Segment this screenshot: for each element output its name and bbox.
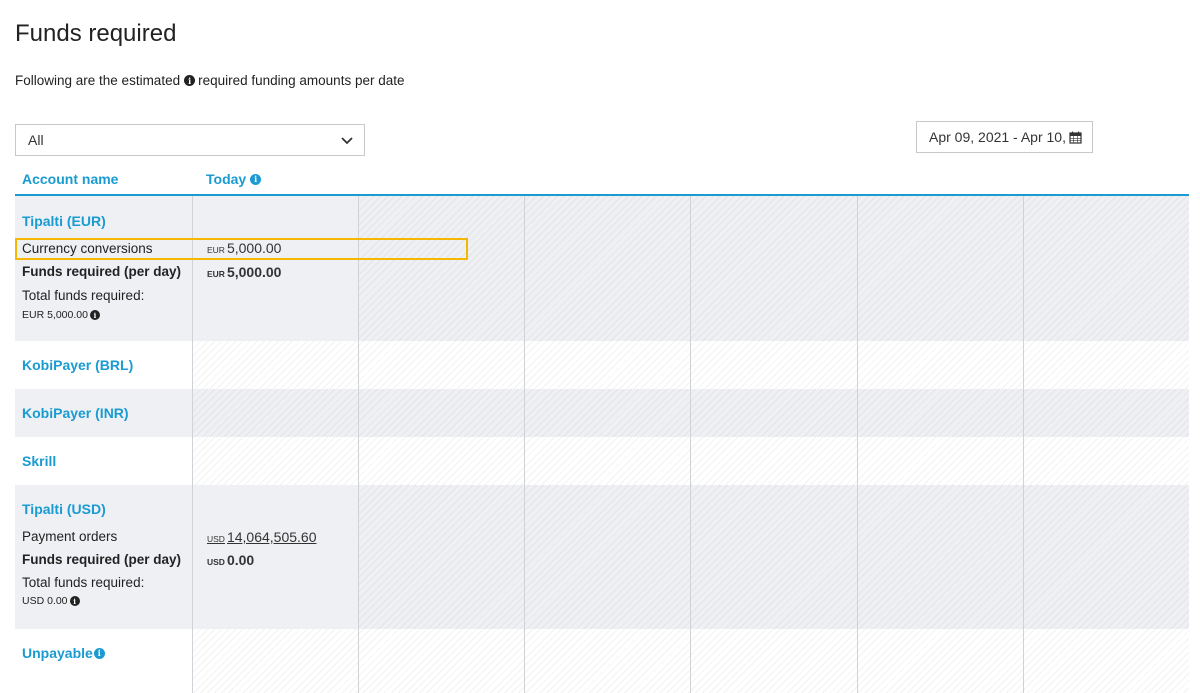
funds-per-day-amount: USD 0.00 [207,552,255,568]
empty-cells-pattern [193,389,1189,437]
funds-per-day-label: Funds required (per day) [22,264,182,279]
page-title: Funds required [15,20,177,47]
account-name-link[interactable]: Tipalti (EUR) [22,213,106,229]
subtitle-text-end: required funding amounts per date [198,73,405,88]
info-icon[interactable]: i [93,647,105,659]
account-name-link[interactable]: Unpayable i [22,645,105,661]
info-icon[interactable]: i [250,173,262,185]
funds-per-day-amount: EUR 5,000.00 [207,264,282,280]
empty-cells-pattern [193,341,1189,389]
info-icon[interactable]: i [89,310,100,320]
info-icon[interactable]: i [184,75,196,86]
column-divider [192,196,193,693]
funds-table: Tipalti (EUR) Currency conversions EUR 5,… [15,196,1189,693]
empty-cells-pattern [193,437,1189,485]
empty-cells-pattern [359,485,1189,629]
column-divider [524,196,525,693]
date-range-picker[interactable]: Apr 09, 2021 - Apr 10, [916,121,1093,153]
calendar-icon [1069,131,1082,144]
account-name-link[interactable]: Skrill [22,453,56,469]
payment-orders-label: Payment orders [22,529,118,544]
total-funds-value: EUR 5,000.00 i [22,309,100,321]
empty-cells-pattern [193,629,1189,693]
column-header-today[interactable]: Today i [206,171,264,187]
column-divider [358,196,359,693]
account-filter-select[interactable]: All [15,124,365,156]
payment-orders-amount-link[interactable]: USD 14,064,505.60 [207,529,316,545]
total-funds-value: USD 0.00 i [22,595,80,607]
date-range-value: Apr 09, 2021 - Apr 10, [929,129,1066,145]
empty-cells-pattern [359,196,1189,341]
chevron-down-icon [341,137,353,145]
page-subtitle: Following are the estimated i required f… [15,73,404,88]
column-divider [857,196,858,693]
column-header-account[interactable]: Account name [22,171,118,187]
column-divider [1023,196,1024,693]
total-funds-label: Total funds required: [22,288,145,303]
funds-per-day-label: Funds required (per day) [22,552,182,567]
account-name-link[interactable]: KobiPayer (INR) [22,405,129,421]
total-funds-label: Total funds required: [22,575,145,590]
subtitle-text-start: Following are the estimated [15,73,181,88]
currency-conversions-label: Currency conversions [22,241,153,256]
account-name-link[interactable]: Tipalti (USD) [22,501,106,517]
column-divider [690,196,691,693]
account-name-link[interactable]: KobiPayer (BRL) [22,357,133,373]
column-header-today-label: Today [206,171,247,187]
info-icon[interactable]: i [69,596,80,606]
account-filter-value: All [28,132,44,148]
currency-conversions-amount: EUR 5,000.00 [207,240,282,256]
